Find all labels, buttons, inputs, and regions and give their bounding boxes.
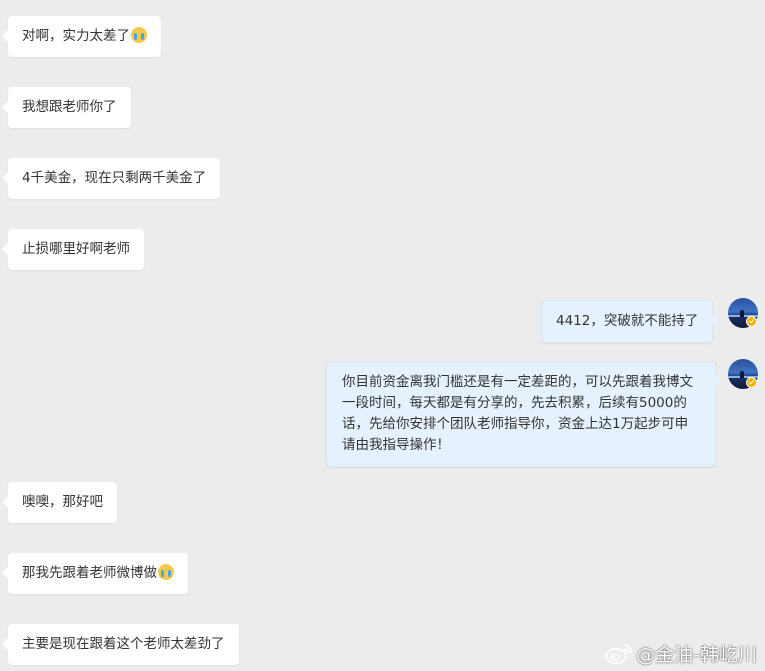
incoming-message[interactable]: 对啊，实力太差了 (2, 16, 161, 57)
crying-emoji-icon (131, 27, 147, 43)
incoming-message[interactable]: 那我先跟着老师微博做 (2, 553, 188, 594)
message-text: 4412，突破就不能持了 (556, 313, 699, 329)
weibo-logo-icon (605, 644, 633, 664)
weibo-watermark: @金油-韩屹川 (604, 641, 757, 666)
message-text: 对啊，实力太差了 (22, 28, 130, 44)
incoming-message[interactable]: 我想跟老师你了 (2, 87, 131, 128)
verified-badge-icon (746, 377, 757, 388)
avatar-figure (740, 371, 744, 378)
outgoing-message[interactable]: 你目前资金离我门槛还是有一定差距的，可以先跟着我博文一段时间，每天都是有分享的，… (326, 361, 721, 467)
message-text: 那我先跟着老师微博做 (22, 565, 157, 581)
crying-emoji-icon (158, 564, 174, 580)
incoming-message[interactable]: 4千美金，现在只剩两千美金了 (1, 158, 221, 199)
incoming-message[interactable]: 止损哪里好啊老师 (2, 229, 144, 270)
message-text: 4千美金，现在只剩两千美金了 (22, 170, 207, 186)
outgoing-message[interactable]: 4412，突破就不能持了 (541, 300, 719, 343)
verified-badge-icon (746, 316, 757, 327)
message-text: 主要是现在跟着这个老师太差劲了 (22, 636, 225, 652)
message-text: 噢噢，那好吧 (22, 494, 103, 510)
message-text: 你目前资金离我门槛还是有一定差距的，可以先跟着我博文一段时间，每天都是有分享的，… (342, 374, 693, 453)
watermark-text: @金油-韩屹川 (636, 643, 757, 666)
avatar-figure (740, 310, 744, 317)
message-text: 我想跟老师你了 (22, 99, 117, 115)
incoming-message[interactable]: 主要是现在跟着这个老师太差劲了 (2, 624, 239, 665)
message-text: 止损哪里好啊老师 (22, 241, 130, 257)
chat-conversation: 对啊，实力太差了 我想跟老师你了 4千美金，现在只剩两千美金了 止损哪里好啊老师… (0, 0, 765, 671)
incoming-message[interactable]: 噢噢，那好吧 (2, 482, 117, 523)
